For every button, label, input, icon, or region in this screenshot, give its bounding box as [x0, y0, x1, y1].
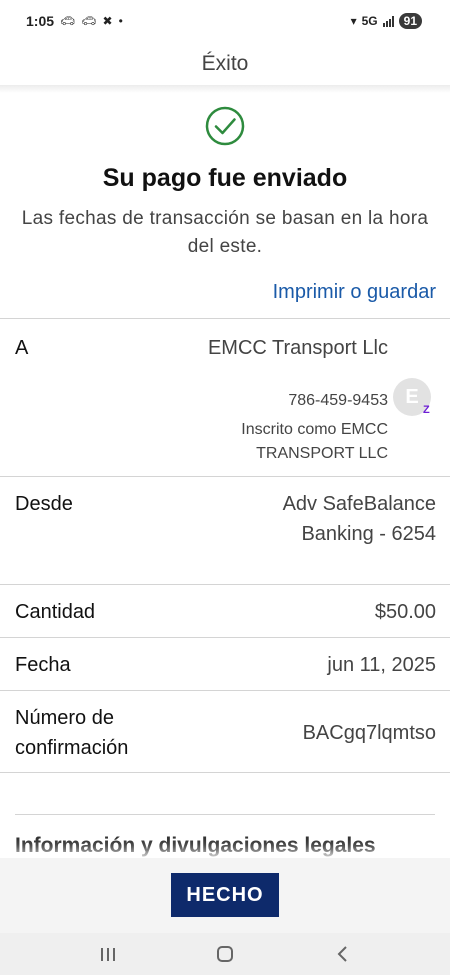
back-chevron-icon: [337, 946, 347, 962]
print-or-save-link[interactable]: Imprimir o guardar: [273, 281, 436, 304]
recipient-enrolled-name: Inscrito como EMCC TRANSPORT LLC: [241, 421, 388, 462]
check-circle-icon: [205, 106, 245, 146]
divider: [0, 476, 450, 477]
amount-label: Cantidad: [15, 601, 96, 623]
dot-icon: •: [118, 14, 123, 28]
header-shadow: [0, 85, 450, 93]
status-time: 1:05: [26, 13, 55, 29]
amount-value: $50.00: [374, 601, 436, 623]
recipient-name: EMCC Transport Llc: [207, 337, 388, 359]
status-bar: 1:05 🚗︎ 🚗︎ ✖ • ▾ 5G 91: [0, 0, 450, 42]
recent-apps-button[interactable]: [88, 939, 128, 969]
back-button[interactable]: [322, 939, 362, 969]
sync-off-icon: ✖: [102, 14, 113, 28]
battery-indicator: 91: [398, 13, 422, 29]
date-label: Fecha: [15, 654, 71, 676]
car-icon: 🚗︎: [81, 14, 97, 28]
date-value: jun 11, 2025: [327, 654, 436, 676]
car-icon: 🚗︎: [60, 14, 76, 28]
recents-icon: [101, 947, 116, 961]
recipient-label: A: [15, 337, 29, 359]
from-label: Desde: [15, 493, 73, 515]
divider: [0, 584, 450, 585]
location-icon: ▾: [350, 14, 357, 28]
recipient-phone: 786-459-9453: [288, 392, 388, 409]
success-headline: Su pago fue enviado: [102, 164, 348, 192]
legal-disclosures-heading[interactable]: Información y divulgaciones legales: [15, 834, 376, 858]
home-icon: [216, 946, 233, 962]
signal-icon: [382, 15, 394, 27]
zelle-badge-icon: Z: [423, 404, 430, 416]
divider: [0, 637, 450, 638]
avatar-initial: E: [405, 385, 419, 408]
confirmation-number: BACgq7lqmtso: [302, 722, 436, 744]
divider: [15, 814, 435, 815]
network-type: 5G: [361, 14, 378, 28]
from-account: Adv SafeBalance Banking - 6254: [282, 493, 436, 545]
system-nav-bar: [0, 933, 450, 975]
page-title: Éxito: [201, 52, 249, 75]
confirmation-label: Número de confirmación: [15, 707, 129, 759]
timezone-note: Las fechas de transacción se basan en la…: [21, 208, 429, 257]
done-button[interactable]: HECHO: [171, 873, 279, 917]
divider: [0, 318, 450, 319]
divider: [0, 772, 450, 773]
home-button[interactable]: [205, 939, 245, 969]
divider: [0, 690, 450, 691]
